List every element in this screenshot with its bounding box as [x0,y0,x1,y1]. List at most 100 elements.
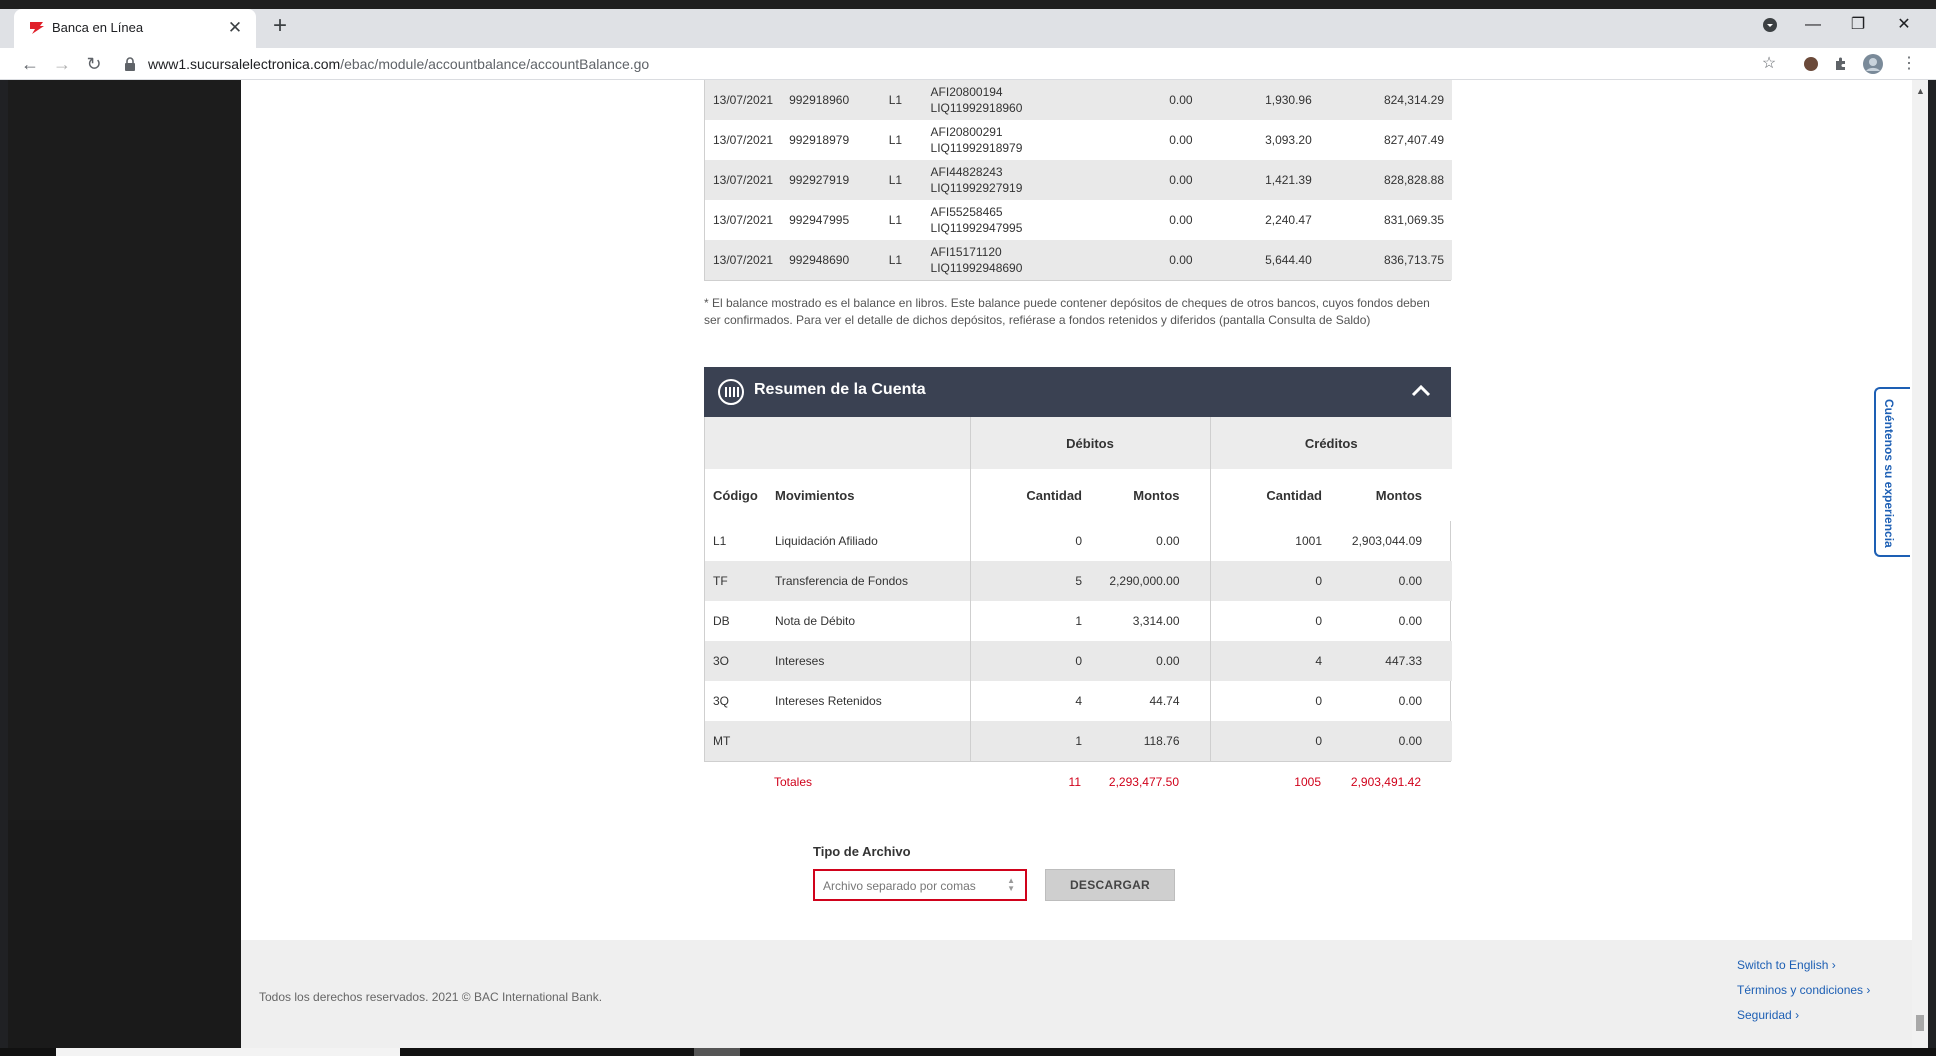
cell-desc: AFI15171120 LIQ11992948690 [922,240,1072,280]
summary-debit-qty: 5 [969,561,1090,601]
totals-empty [704,762,766,802]
chevron-right-icon: › [1866,983,1871,997]
extension-avatar-icon[interactable] [1800,53,1822,75]
tab-title: Banca en Línea [52,20,144,35]
link-switch-english[interactable]: Switch to English › [1737,958,1870,983]
summary-debit-amount: 0.00 [1156,534,1180,548]
desc-line-2: LIQ11992948690 [930,261,1023,275]
summary-name: Transferencia de Fondos [767,561,970,601]
download-section: Tipo de Archivo Archivo separado por com… [813,844,1175,901]
page-scrollbar[interactable]: ▲ [1912,80,1928,1048]
cell-balance: 824,314.29 [1319,80,1452,120]
desc-line-2: LIQ11992947995 [930,221,1023,235]
profile-avatar-icon[interactable] [1862,53,1884,75]
profile-dropdown-icon[interactable] [1752,12,1788,38]
cell-ref: 992927919 [781,160,881,200]
cell-credit: 2,240.47 [1200,200,1320,240]
browser-tab[interactable]: Banca en Línea ✕ [14,9,256,48]
summary-row: L1 Liquidación Afiliado 0 0.00 1001 2,903,044… [705,521,1452,561]
cell-desc: AFI55258465 LIQ11992947995 [922,200,1072,240]
summary-table: Débitos Créditos Código Movimientos Cant… [704,417,1452,762]
footer-links: Switch to English › Términos y condicion… [1737,958,1870,1033]
totals-row: Totales 11 2,293,477.50 1005 2,903,491.4… [704,762,1451,802]
scroll-thumb[interactable] [1916,1015,1924,1031]
window-close-icon[interactable]: ✕ [1886,12,1922,38]
summary-credit-amount: 2,903,044.09 [1351,534,1422,548]
summary-debit-qty: 1 [969,601,1090,641]
minimize-icon[interactable]: — [1795,12,1831,38]
feedback-tab[interactable]: Cuéntenos su experiencia [1874,387,1910,557]
scroll-up-icon[interactable]: ▲ [1916,86,1925,96]
cell-ref: 992918960 [781,80,881,120]
cell-ref: 992948690 [781,240,881,280]
summary-credit-amount: 0.00 [1330,721,1452,761]
summary-name: Intereses [767,641,970,681]
summary-debit-qty: 4 [969,681,1090,721]
tab-close-icon[interactable]: ✕ [224,17,246,39]
cell-balance: 828,828.88 [1319,160,1452,200]
summary-credit-qty: 0 [1209,681,1330,721]
restore-icon[interactable]: ❐ [1840,12,1876,38]
taskbar-item[interactable] [56,1048,400,1056]
cell-credit: 3,093.20 [1200,120,1320,160]
cell-credit: 1,421.39 [1200,160,1320,200]
summary-code: 3O [705,641,767,681]
cell-credit: 1,930.96 [1200,80,1320,120]
download-button[interactable]: DESCARGAR [1045,869,1175,901]
cell-balance: 831,069.35 [1319,200,1452,240]
summary-credit-qty: 1001 [1209,521,1330,561]
file-type-select[interactable]: Archivo separado por comas ▲ ▼ [813,869,1027,901]
cell-ref: 992947995 [781,200,881,240]
summary-debit-amount: 0.00 [1090,641,1210,681]
desc-line-2: LIQ11992927919 [930,181,1023,195]
link-switch-english-label: Switch to English [1737,958,1829,972]
link-security[interactable]: Seguridad › [1737,1008,1870,1033]
browser-tabbar: Banca en Línea ✕ + — ❐ ✕ [0,0,1936,48]
lock-icon [125,57,135,71]
group-credits: Créditos [1209,417,1452,469]
cell-desc: AFI20800291 LIQ11992918979 [922,120,1072,160]
group-empty-cell [705,417,970,469]
file-type-label: Tipo de Archivo [813,844,911,859]
cell-date: 13/07/2021 [705,160,782,200]
new-tab-icon[interactable]: + [266,12,294,40]
taskbar-item[interactable] [694,1048,740,1056]
back-icon[interactable]: ← [18,52,42,76]
cell-debit: 0.00 [1071,120,1201,160]
summary-debit-amount: 2,290,000.00 [1090,561,1210,601]
desc-line-1: AFI55258465 [930,205,1003,219]
cell-code: L1 [880,120,923,160]
cell-debit: 0.00 [1071,80,1201,120]
reload-icon[interactable]: ↻ [82,52,106,76]
summary-name: Intereses Retenidos [775,694,882,708]
totals-debit-amount: 2,293,477.50 [1108,775,1179,789]
summary-row: TF Transferencia de Fondos 5 2,290,000.00 0 0… [705,561,1452,601]
cell-code: L1 [880,160,923,200]
summary-title: Resumen de la Cuenta [754,381,926,398]
forward-icon[interactable]: → [50,52,74,76]
bookmark-star-icon[interactable]: ☆ [1758,53,1780,75]
cell-date: 13/07/2021 [705,240,782,280]
link-terms[interactable]: Términos y condiciones › [1737,983,1870,1008]
footer-copyright: Todos los derechos reservados. 2021 © BA… [259,990,603,1004]
summary-name: Nota de Débito [775,614,856,628]
address-bar[interactable]: www1.sucursalelectronica.com/ebac/module… [118,51,1788,77]
chevron-up-icon[interactable] [1409,379,1433,403]
menu-kebab-icon[interactable]: ⋮ [1898,53,1920,75]
cell-date: 13/07/2021 [705,200,782,240]
url-text: www1.sucursalelectronica.com/ebac/module… [148,56,649,72]
select-arrows-icon: ▲ ▼ [1007,876,1015,893]
movements-table: 13/07/2021 992918960 L1 AFI20800194 LIQ11992… [704,80,1452,281]
summary-credit-amount: 0.00 [1398,694,1422,708]
extensions-puzzle-icon[interactable] [1830,53,1852,75]
col-movements: Movimientos [767,469,970,521]
url-host: www1.sucursalelectronica.com [148,56,341,72]
url-path: /ebac/module/accountbalance/accountBalan… [340,56,650,72]
summary-header[interactable]: Resumen de la Cuenta [704,367,1451,417]
col-amount-debit: Montos [1090,469,1210,521]
col-amount-credit: Montos [1330,469,1452,521]
cell-code: L1 [880,80,923,120]
summary-row: DB Nota de Débito 1 3,314.00 0 0.00 [705,601,1452,641]
summary-code: L1 [713,534,727,548]
summary-credit-amount: 0.00 [1330,561,1452,601]
